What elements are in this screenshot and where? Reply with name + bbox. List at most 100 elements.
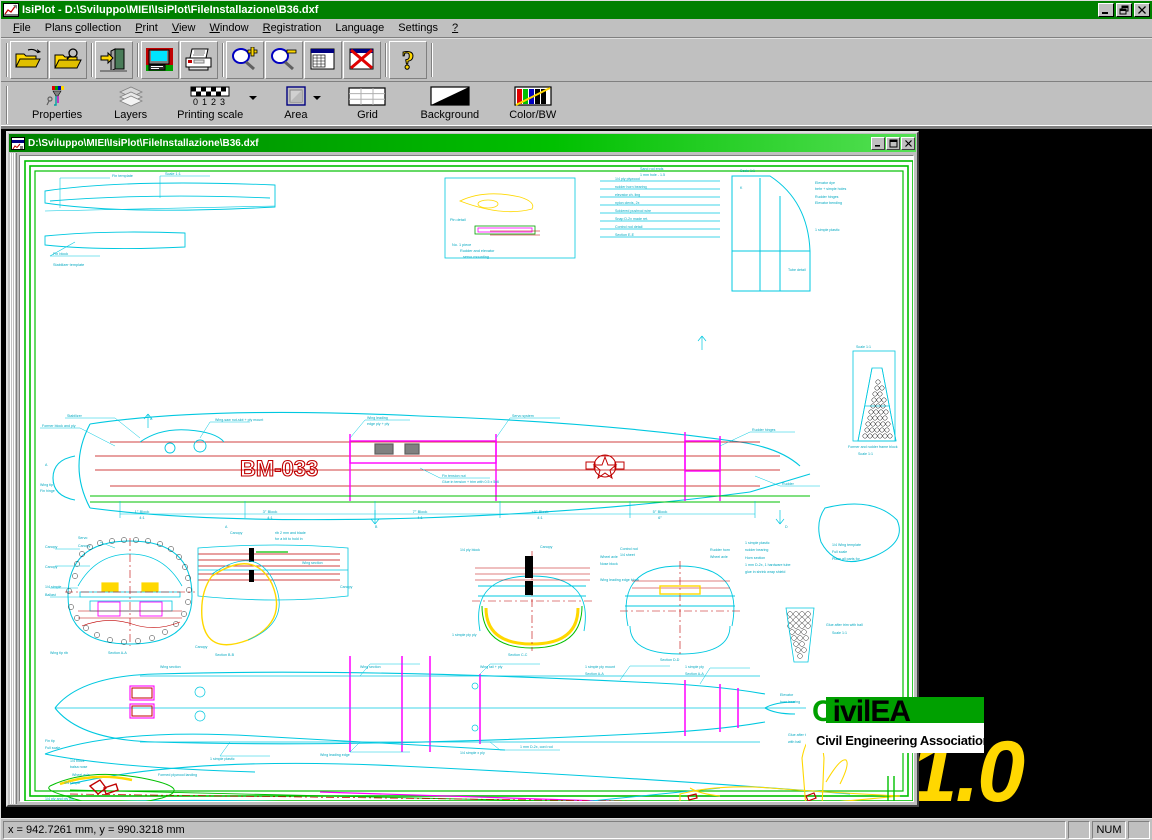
- menu-item-settings[interactable]: Settings: [391, 21, 445, 35]
- toolbar-properties-button[interactable]: Properties: [28, 84, 86, 126]
- svg-text:Soldered pushrod wire: Soldered pushrod wire: [615, 209, 651, 213]
- svg-text:Section A-A: Section A-A: [108, 651, 127, 655]
- menu-item-view[interactable]: View: [165, 21, 203, 35]
- child-minimize-button[interactable]: [871, 136, 885, 150]
- svg-text:Rudder hinges: Rudder hinges: [752, 428, 776, 432]
- svg-text:4:1: 4:1: [267, 515, 273, 520]
- dxf-document-icon: [11, 136, 25, 150]
- help-question-icon[interactable]: ?: [389, 41, 427, 79]
- svg-text:Former and rudder frame block: Former and rudder frame block: [848, 445, 898, 449]
- menu-item-plans-collection[interactable]: Plans collection: [38, 21, 128, 35]
- svg-text:elevator ch. ling: elevator ch. ling: [615, 193, 640, 197]
- svg-text:Wing section: Wing section: [302, 561, 323, 565]
- status-bar: x = 942.7261 mm, y = 990.3218 mm NUM: [1, 818, 1152, 840]
- svg-text:4:1: 4:1: [417, 515, 423, 520]
- svg-text:Wing section: Wing section: [160, 665, 181, 669]
- svg-text:Wing tip rib: Wing tip rib: [50, 651, 68, 655]
- svg-text:Wheel axle: Wheel axle: [710, 555, 728, 559]
- svg-text:Servo system: Servo system: [512, 414, 534, 418]
- svg-text:Canopy: Canopy: [340, 585, 353, 589]
- toolbar-background-label: Background: [420, 109, 480, 121]
- svg-text:Scale 1:1: Scale 1:1: [740, 169, 755, 173]
- svg-text:1 simple plastic: 1 simple plastic: [210, 757, 235, 761]
- svg-text:behr + simple holes: behr + simple holes: [815, 187, 846, 191]
- svg-text:4:1: 4:1: [139, 515, 145, 520]
- window-tile-icon[interactable]: [304, 41, 342, 79]
- menu-item-print[interactable]: Print: [128, 21, 165, 35]
- toolbar-printing-scale-button[interactable]: 0 1 2 3 Printing scale: [173, 84, 247, 126]
- printing-scale-dropdown-arrow[interactable]: [247, 84, 258, 126]
- svg-text:Wing tail + ply: Wing tail + ply: [480, 665, 503, 669]
- svg-text:1/4 sheet: 1/4 sheet: [620, 553, 635, 557]
- svg-text:Sand rod ends: Sand rod ends: [640, 167, 664, 171]
- svg-text:Scale 1:1: Scale 1:1: [165, 172, 181, 176]
- minimize-button[interactable]: [1098, 3, 1114, 17]
- menu-item-language[interactable]: Language: [328, 21, 391, 35]
- svg-text:1 simple ply ply: 1 simple ply ply: [452, 633, 477, 637]
- toolbar-properties-label: Properties: [32, 109, 83, 121]
- svg-text:Section C-C: Section C-C: [508, 653, 528, 657]
- dxf-vector-drawing: Fin template Scale 1:1 Fin block Stabili…: [20, 156, 913, 801]
- printer-icon[interactable]: [180, 41, 218, 79]
- browse-folder-icon[interactable]: [49, 41, 87, 79]
- child-close-button[interactable]: [901, 136, 915, 150]
- svg-text:Horn section: Horn section: [745, 556, 765, 560]
- secondary-toolbar-grip: [3, 84, 10, 126]
- vertical-scrollbar[interactable]: [9, 153, 17, 804]
- svg-text:5° Block: 5° Block: [653, 509, 668, 514]
- color-bw-icon: [514, 84, 552, 108]
- svg-text:Wing leading edge block: Wing leading edge block: [600, 578, 639, 582]
- svg-text:Section A-A: Section A-A: [585, 672, 604, 676]
- menu-item-file[interactable]: File: [6, 21, 38, 35]
- toolbar-grid-button[interactable]: Grid: [344, 84, 390, 126]
- toolbar-area-button[interactable]: Area: [280, 84, 311, 126]
- svg-text:Canopy: Canopy: [78, 544, 91, 548]
- svg-text:nylon clevis, 2x: nylon clevis, 2x: [615, 201, 640, 205]
- svg-text:Former block and ply: Former block and ply: [42, 424, 76, 428]
- toolbar-separator-4: [382, 41, 389, 79]
- toolbar-layers-button[interactable]: Layers: [110, 84, 151, 126]
- printing-scale-icon: 0 1 2 3: [189, 84, 231, 108]
- close-window-red-x-icon[interactable]: [343, 41, 381, 79]
- dxf-child-window: D:\Sviluppo\MIEI\IsiPlot\FileInstallazio…: [6, 131, 919, 807]
- toolbar-color-bw-button[interactable]: Color/BW: [505, 84, 560, 126]
- svg-text:for a bit to hold in: for a bit to hold in: [275, 537, 303, 541]
- svg-text:2: 2: [211, 97, 216, 107]
- zoom-out-icon[interactable]: [265, 41, 303, 79]
- svg-text:No. 1 piece: No. 1 piece: [452, 243, 471, 247]
- svg-text:1 simple ply: 1 simple ply: [685, 665, 704, 669]
- svg-text:1/4 ply plywood: 1/4 ply plywood: [615, 177, 640, 181]
- restore-button[interactable]: [1116, 3, 1132, 17]
- menu-item-registration[interactable]: Registration: [256, 21, 329, 35]
- zoom-in-icon[interactable]: [226, 41, 264, 79]
- menu-item-help[interactable]: ?: [445, 21, 465, 35]
- svg-text:Wing leading edge: Wing leading edge: [320, 753, 350, 757]
- svg-text:1/4 simple: 1/4 simple: [64, 781, 80, 785]
- preview-monitor-icon[interactable]: [141, 41, 179, 79]
- svg-text:Tube detail: Tube detail: [788, 268, 806, 272]
- open-folder-icon[interactable]: [10, 41, 48, 79]
- svg-text:Canopy: Canopy: [45, 545, 58, 549]
- toolbar-background-button[interactable]: Background: [416, 84, 483, 126]
- svg-text:Section D-D: Section D-D: [660, 658, 680, 662]
- child-window-controls: [871, 136, 915, 150]
- svg-text:Control rod detail: Control rod detail: [615, 225, 643, 229]
- svg-text:Place all parts for: Place all parts for: [832, 557, 861, 561]
- svg-text:Control rod: Control rod: [620, 547, 638, 551]
- svg-text:Rudder hinges: Rudder hinges: [815, 195, 839, 199]
- svg-text:glue in shrink wrap shield: glue in shrink wrap shield: [745, 570, 785, 574]
- exit-door-icon[interactable]: [95, 41, 133, 79]
- svg-text:3° Block: 3° Block: [263, 509, 278, 514]
- svg-text:Canopy: Canopy: [230, 531, 243, 535]
- dxf-drawing-canvas[interactable]: Fin template Scale 1:1 Fin block Stabili…: [19, 155, 914, 802]
- close-button[interactable]: [1134, 3, 1150, 17]
- svg-text:Elevator: Elevator: [780, 693, 794, 697]
- menu-item-window[interactable]: Window: [202, 21, 255, 35]
- area-dropdown-arrow[interactable]: [311, 84, 322, 126]
- svg-text:edge ply + ply: edge ply + ply: [367, 422, 389, 426]
- svg-text:Glue in tension + trim with 0.: Glue in tension + trim with 0.5 x 5x6: [442, 480, 499, 484]
- svg-text:rudder horn bearing: rudder horn bearing: [615, 185, 647, 189]
- child-maximize-button[interactable]: [886, 136, 900, 150]
- svg-text:1 simple ply mount: 1 simple ply mount: [585, 665, 615, 669]
- svg-text:horn bearing: horn bearing: [780, 700, 800, 704]
